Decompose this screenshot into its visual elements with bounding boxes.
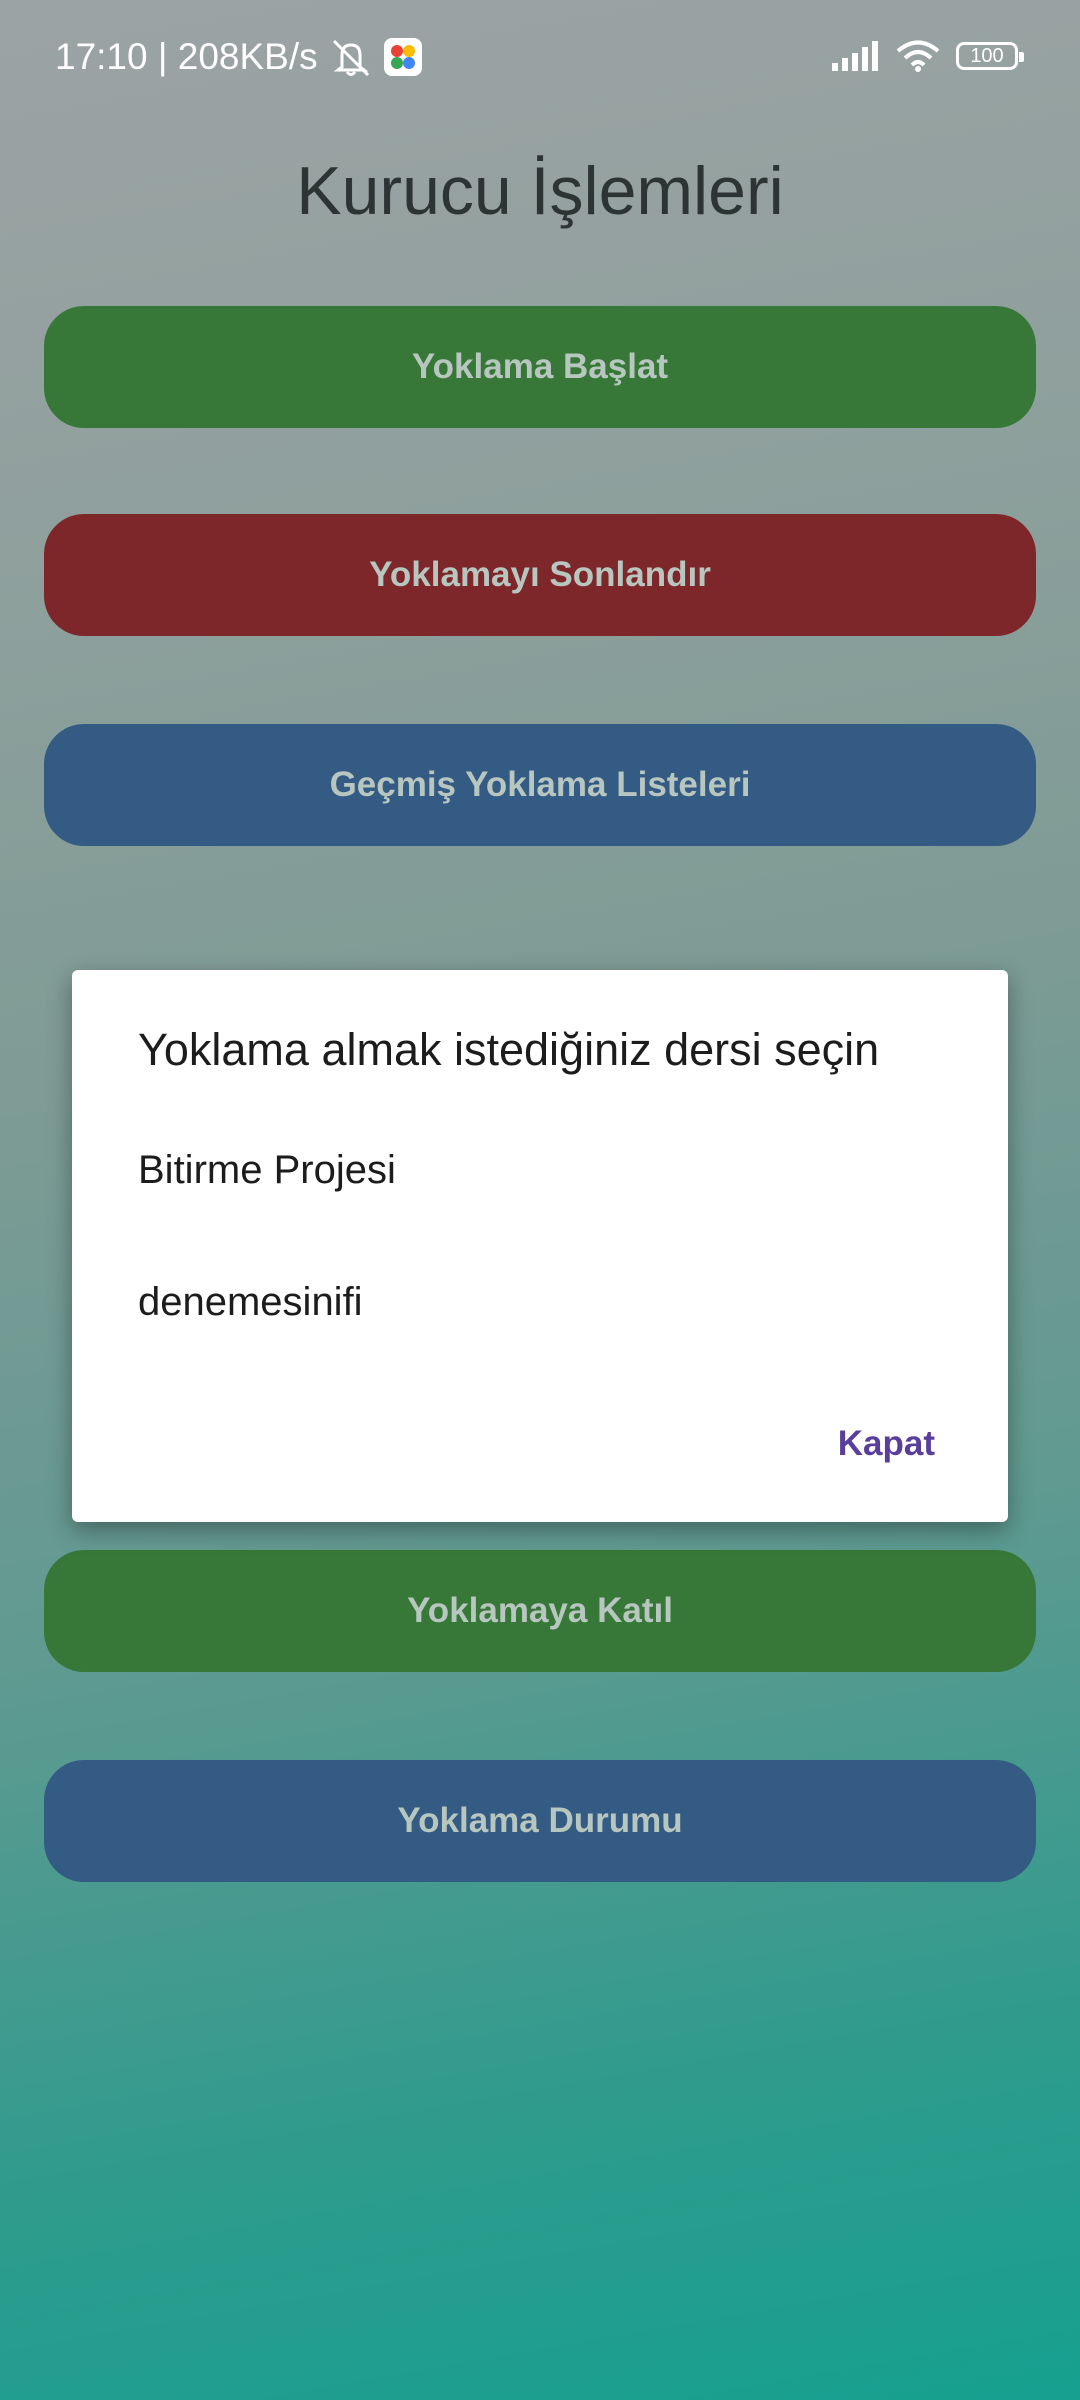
close-button[interactable]: Kapat <box>838 1424 935 1464</box>
signal-icon <box>832 41 880 71</box>
course-select-dialog: Yoklama almak istediğiniz dersi seçin Bi… <box>72 970 1008 1522</box>
status-time-speed: 17:10 | 208KB/s <box>55 36 318 77</box>
battery-icon: 100 <box>956 42 1024 70</box>
photos-app-icon <box>383 38 422 76</box>
start-attendance-button[interactable]: Yoklama Başlat <box>44 306 1036 428</box>
status-right: 100 <box>832 40 1024 72</box>
dialog-title: Yoklama almak istediğiniz dersi seçin <box>138 1024 880 1075</box>
wifi-icon <box>896 40 940 72</box>
mute-notification-icon <box>328 37 374 77</box>
end-attendance-button[interactable]: Yoklamayı Sonlandır <box>44 514 1036 636</box>
page-title: Kurucu İşlemleri <box>296 153 784 229</box>
join-attendance-button[interactable]: Yoklamaya Katıl <box>44 1550 1036 1672</box>
attendance-status-button[interactable]: Yoklama Durumu <box>44 1760 1036 1882</box>
status-bar: 17:10 | 208KB/s 100 <box>0 0 1080 120</box>
dialog-list-item[interactable]: Bitirme Projesi <box>138 1148 396 1193</box>
dialog-list-item[interactable]: denemesinifi <box>138 1280 363 1325</box>
status-left: 17:10 | 208KB/s <box>55 36 422 78</box>
attendance-history-button[interactable]: Geçmiş Yoklama Listeleri <box>44 724 1036 846</box>
